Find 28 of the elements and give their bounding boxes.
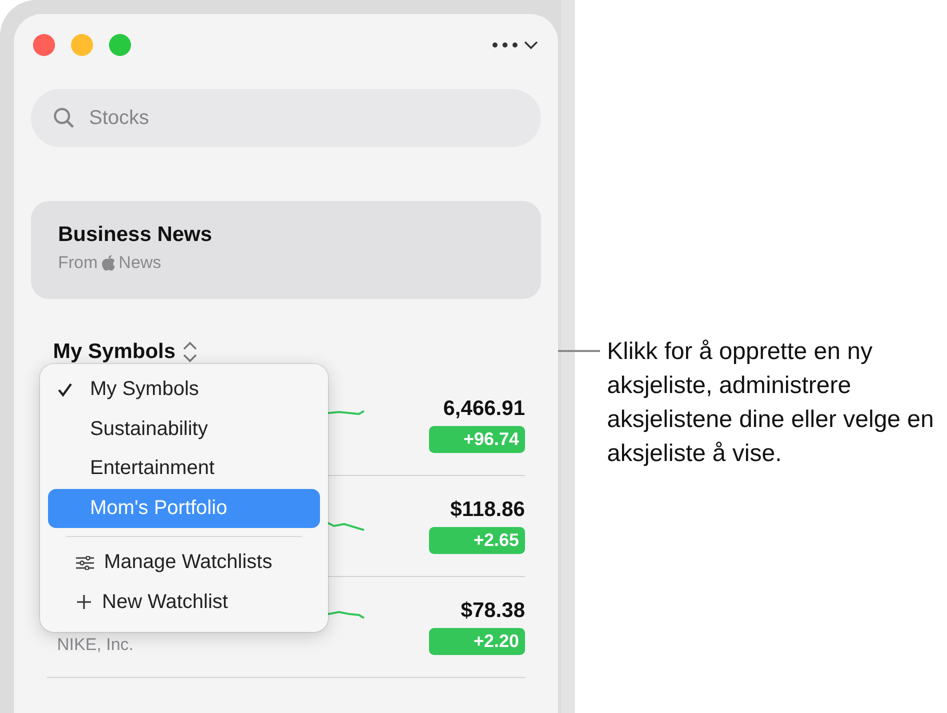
menu-item[interactable]: Sustainability <box>48 410 320 449</box>
company-name: NIKE, Inc. <box>56 635 135 655</box>
news-card[interactable]: Business News From News <box>31 201 541 299</box>
callout-text: Klikk for å opprette en ny aksjeliste, administrere aksjelistene dine eller velge en aksjeliste å vise. <box>607 337 935 469</box>
search-bar[interactable]: Stocks <box>31 89 541 147</box>
menu-item[interactable]: Manage Watchlists <box>48 543 320 582</box>
more-icon[interactable] <box>492 42 518 48</box>
minimize-button[interactable] <box>71 34 93 56</box>
chevron-up-down-icon <box>182 340 198 364</box>
stock-price: 6,466.91 <box>443 397 525 421</box>
chevron-down-icon[interactable] <box>524 40 538 50</box>
news-source-name: News <box>118 253 162 273</box>
news-title: Business News <box>58 223 214 247</box>
menu-item[interactable]: Entertainment <box>48 449 320 488</box>
stock-price: $118.86 <box>450 498 525 522</box>
stock-price: $78.38 <box>460 599 525 623</box>
menu-item[interactable]: New Watchlist <box>48 582 320 622</box>
search-icon <box>53 107 75 129</box>
watchlist-selector[interactable]: My Symbols <box>31 335 541 369</box>
sliders-icon <box>76 556 94 570</box>
close-button[interactable] <box>33 34 55 56</box>
zoom-button[interactable] <box>109 34 131 56</box>
apple-logo-icon <box>102 255 115 271</box>
plus-icon <box>76 594 92 610</box>
search-input[interactable]: Stocks <box>87 106 491 130</box>
menu-item[interactable]: My Symbols <box>48 370 320 410</box>
news-source-prefix: From <box>58 253 98 273</box>
checkmark-icon <box>58 382 72 397</box>
